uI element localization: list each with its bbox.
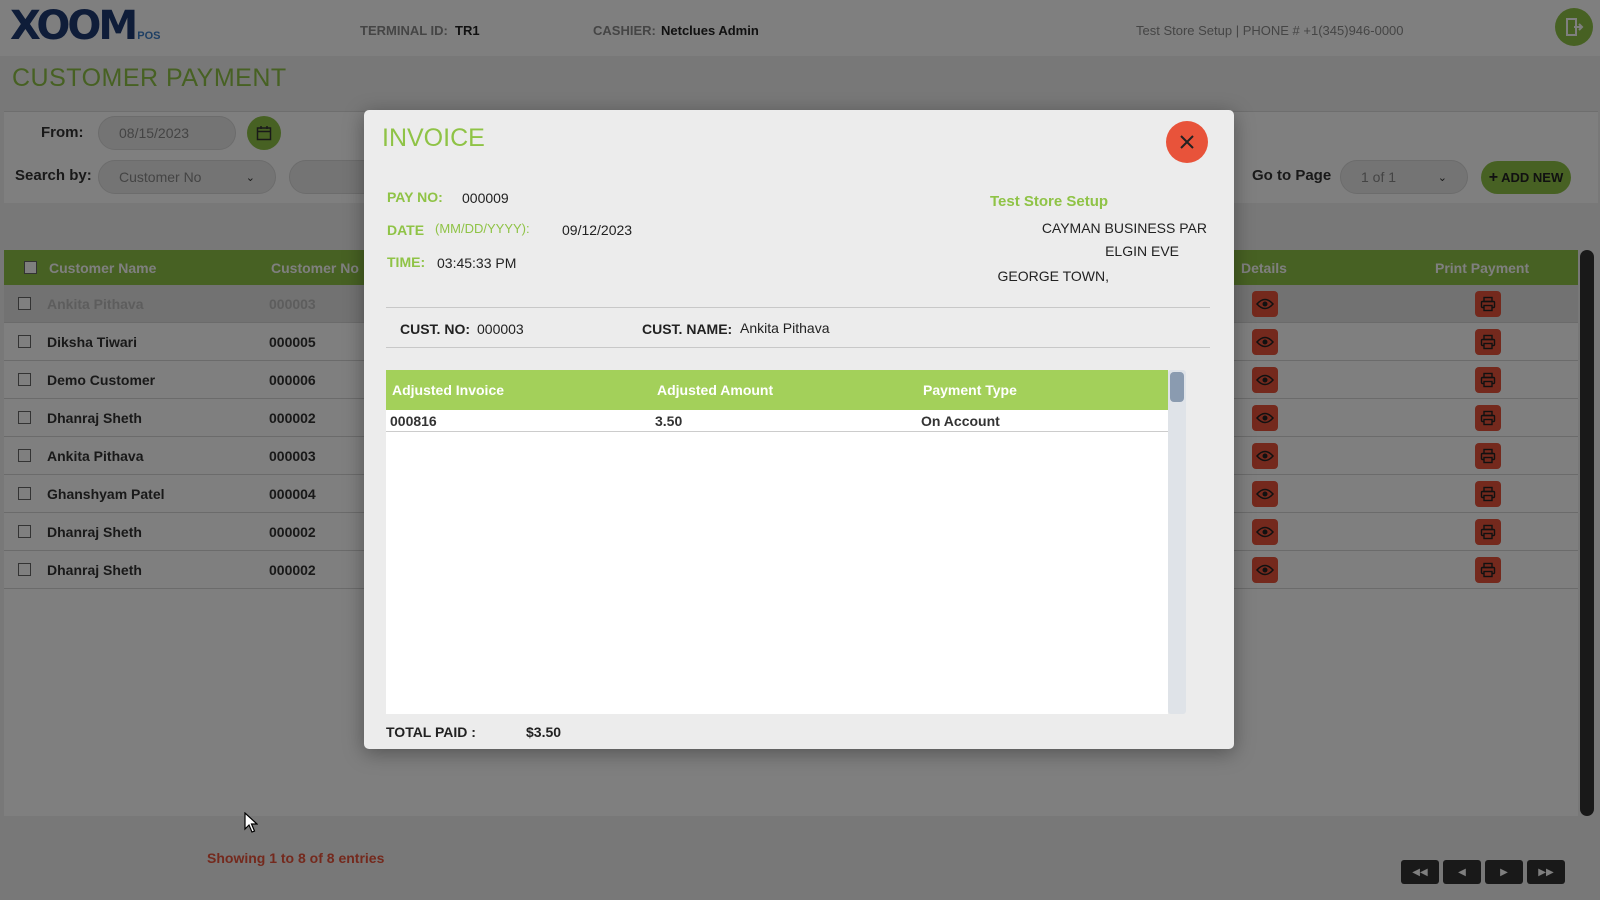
mouse-cursor-icon — [244, 812, 258, 833]
address-line-1: CAYMAN BUSINESS PAR — [1041, 220, 1207, 236]
col-adjusted-amount: Adjusted Amount — [657, 382, 774, 398]
modal-title: INVOICE — [382, 124, 485, 152]
adjusted-invoice-cell: 000816 — [390, 413, 437, 429]
adjusted-amount-cell: 3.50 — [655, 413, 683, 429]
pay-no-label: PAY NO: — [387, 189, 443, 205]
date-format-label: (MM/DD/YYYY): — [435, 221, 530, 236]
address-line-2: ELGIN EVE — [1105, 243, 1179, 259]
time-label: TIME: — [387, 254, 426, 270]
col-payment-type: Payment Type — [923, 382, 1017, 398]
cust-name-value: Ankita Pithava — [740, 320, 830, 336]
scrollbar-thumb[interactable] — [1170, 372, 1184, 402]
total-paid-label: TOTAL PAID : — [386, 724, 476, 740]
cust-no-label: CUST. NO: — [400, 321, 470, 337]
divider — [386, 347, 1210, 348]
col-adjusted-invoice: Adjusted Invoice — [392, 382, 505, 398]
pay-no-value: 000009 — [462, 190, 509, 206]
close-button[interactable] — [1166, 121, 1208, 163]
invoice-table-header: Adjusted Invoice Adjusted Amount Payment… — [386, 370, 1168, 410]
close-icon — [1180, 135, 1194, 149]
invoice-table: Adjusted Invoice Adjusted Amount Payment… — [386, 370, 1168, 714]
invoice-table-scrollbar[interactable] — [1168, 370, 1186, 714]
store-name: Test Store Setup — [990, 193, 1109, 210]
invoice-row: 000816 3.50 On Account — [386, 410, 1168, 432]
time-value: 03:45:33 PM — [437, 255, 517, 271]
invoice-modal: INVOICE PAY NO: 000009 DATE (MM/DD/YYYY)… — [364, 110, 1234, 749]
payment-type-cell: On Account — [921, 413, 1000, 429]
date-value: 09/12/2023 — [562, 222, 633, 238]
divider — [386, 307, 1210, 308]
address-line-3: GEORGE TOWN, — [997, 268, 1110, 284]
cust-no-value: 000003 — [477, 321, 524, 337]
cust-name-label: CUST. NAME: — [642, 321, 733, 337]
date-label: DATE — [387, 222, 425, 238]
total-paid-value: $3.50 — [526, 724, 562, 740]
